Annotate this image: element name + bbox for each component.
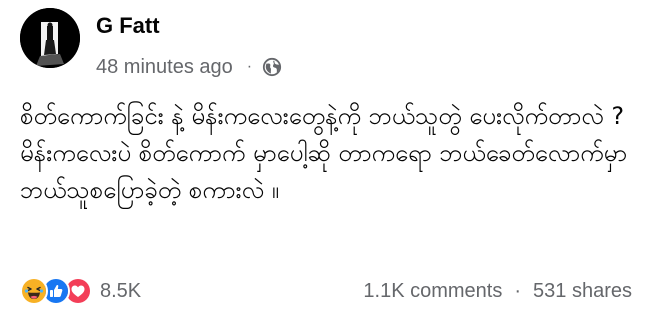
haha-icon xyxy=(20,277,48,305)
reaction-count: 8.5K xyxy=(100,279,142,302)
globe-icon[interactable] xyxy=(262,57,282,77)
footer-separator: · xyxy=(514,279,522,302)
facebook-post: G Fatt 48 minutes ago · စိတ်ကောက်ခြင်း န… xyxy=(0,0,650,319)
reactions-summary[interactable]: 8.5K xyxy=(20,277,141,305)
post-meta: 48 minutes ago · xyxy=(96,54,282,80)
avatar-image xyxy=(20,8,80,68)
author-name[interactable]: G Fatt xyxy=(96,12,160,40)
post-footer: 8.5K 1.1K comments · 531 shares xyxy=(20,276,632,306)
shares-count-link[interactable]: 531 shares xyxy=(533,280,632,303)
meta-separator: · xyxy=(246,58,253,75)
comments-count-link[interactable]: 1.1K comments xyxy=(363,280,502,303)
post-message: စိတ်ကောက်ခြင်း နဲ့ မိန်းကလေးတွေနဲ့ကို ဘယ… xyxy=(20,102,635,204)
post-timestamp[interactable]: 48 minutes ago xyxy=(96,56,233,79)
avatar[interactable] xyxy=(20,8,80,68)
